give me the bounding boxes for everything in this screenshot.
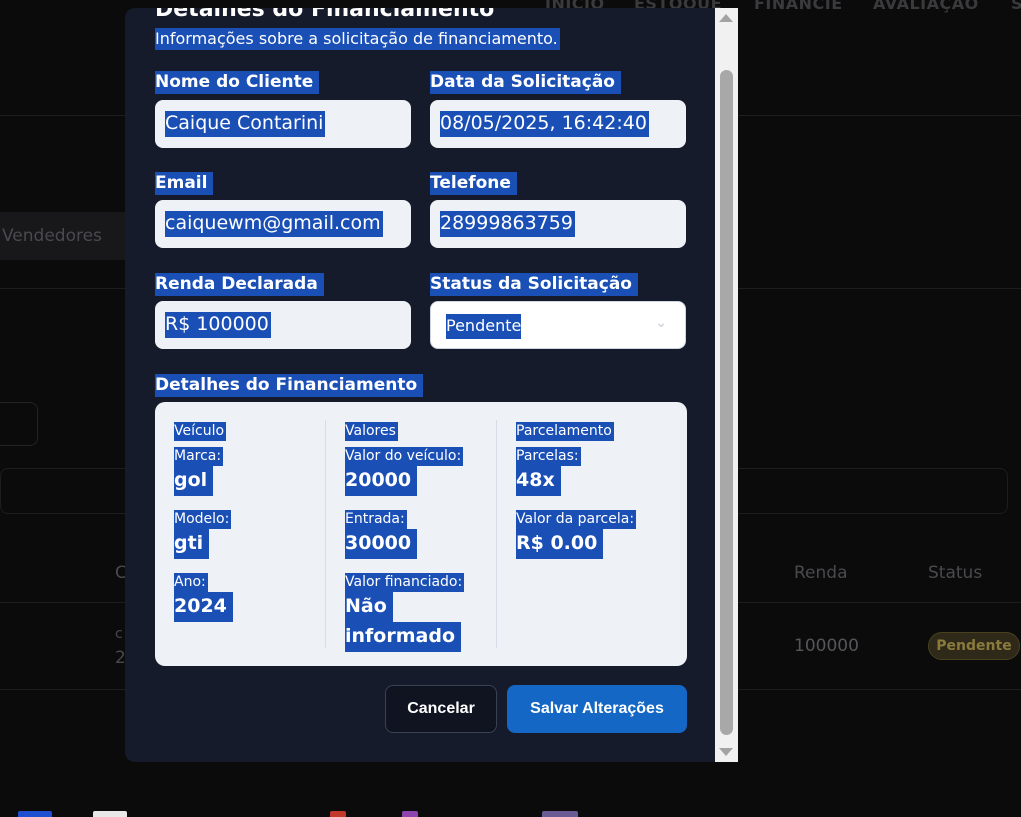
- model-label: Modelo:: [174, 510, 232, 529]
- taskbar-icon[interactable]: [330, 811, 346, 817]
- financing-details-modal: Detalhes do Financiamento Informações so…: [125, 8, 738, 762]
- client-name-value: Caique Contarini: [165, 111, 326, 137]
- status-badge: Pendente: [928, 632, 1020, 660]
- vehicle-column: Veículo Marca: gol Modelo: gti Ano: 2024: [174, 420, 324, 626]
- nav-more[interactable]: S: [1011, 0, 1021, 13]
- request-date-value: 08/05/2025, 16:42:40: [440, 111, 649, 137]
- vehicle-price-value: 20000: [345, 466, 418, 496]
- year-value: 2024: [174, 592, 233, 622]
- vehicle-price-label: Valor do veículo:: [345, 447, 464, 466]
- phone-value: 28999863759: [440, 211, 575, 237]
- chevron-down-icon: ⌄: [655, 315, 667, 331]
- values-column: Valores Valor do veículo: 20000 Entrada:…: [345, 420, 495, 656]
- installments-heading: Parcelamento: [516, 422, 614, 441]
- client-name-label: Nome do Cliente: [155, 71, 320, 94]
- scroll-down-arrow-icon[interactable]: [719, 748, 733, 756]
- installment-value-label: Valor da parcela:: [516, 510, 637, 529]
- filter-box[interactable]: [0, 402, 38, 446]
- request-date-label: Data da Solicitação: [430, 71, 621, 94]
- status-select-value: Pendente: [446, 314, 522, 339]
- taskbar-icon[interactable]: [542, 811, 578, 817]
- modal-scrollbar[interactable]: [715, 8, 738, 762]
- taskbar-icon[interactable]: [93, 811, 127, 817]
- brand-label: Marca:: [174, 447, 224, 466]
- scroll-up-arrow-icon[interactable]: [719, 14, 733, 22]
- year-label: Ano:: [174, 573, 208, 592]
- taskbar-icon[interactable]: [18, 811, 52, 817]
- installments-count-value: 48x: [516, 466, 561, 496]
- request-status-label: Status da Solicitação: [430, 273, 638, 296]
- model-value: gti: [174, 529, 210, 559]
- cancel-button[interactable]: Cancelar: [385, 685, 497, 733]
- financed-amount-value: Não: [345, 592, 393, 622]
- down-payment-label: Entrada:: [345, 510, 407, 529]
- taskbar-icon[interactable]: [402, 811, 418, 817]
- save-changes-button[interactable]: Salvar Alterações: [507, 685, 687, 733]
- declared-income-label: Renda Declarada: [155, 273, 324, 296]
- nav-avaliacao[interactable]: AVALIAÇÃO: [873, 0, 979, 13]
- table-header-renda: Renda: [794, 563, 848, 583]
- declared-income-value: R$ 100000: [165, 312, 271, 338]
- declared-income-field[interactable]: R$ 100000: [155, 301, 411, 349]
- table-header-status: Status: [928, 563, 983, 583]
- brand-value: gol: [174, 466, 214, 496]
- down-payment-value: 30000: [345, 529, 418, 559]
- column-divider: [325, 420, 326, 648]
- financed-amount-value: informado: [345, 622, 462, 652]
- column-divider: [496, 420, 497, 648]
- financed-amount-label: Valor financiado:: [345, 573, 465, 592]
- email-label: Email: [155, 172, 214, 195]
- email-field[interactable]: caiquewm@gmail.com: [155, 200, 411, 248]
- scrollbar-thumb[interactable]: [720, 70, 733, 735]
- status-select[interactable]: Pendente ⌄: [430, 301, 686, 349]
- installment-value: R$ 0.00: [516, 529, 604, 559]
- client-name-field[interactable]: Caique Contarini: [155, 100, 411, 148]
- installments-count-label: Parcelas:: [516, 447, 581, 466]
- modal-title: Detalhes do Financiamento: [155, 8, 495, 22]
- values-heading: Valores: [345, 422, 398, 441]
- installments-column: Parcelamento Parcelas: 48x Valor da parc…: [516, 420, 666, 563]
- email-value: caiquewm@gmail.com: [165, 211, 383, 237]
- phone-field[interactable]: 28999863759: [430, 200, 686, 248]
- financing-section-label: Detalhes do Financiamento: [155, 374, 424, 397]
- table-cell-fragment: c: [115, 626, 123, 642]
- request-date-field[interactable]: 08/05/2025, 16:42:40: [430, 100, 686, 148]
- vehicle-heading: Veículo: [174, 422, 227, 441]
- table-cell-renda: 100000: [794, 636, 859, 656]
- phone-label: Telefone: [430, 172, 517, 195]
- modal-subtitle: Informações sobre a solicitação de finan…: [155, 28, 560, 50]
- financing-details-card: Veículo Marca: gol Modelo: gti Ano: 2024…: [155, 402, 687, 666]
- nav-financie[interactable]: FINANCIE: [754, 0, 843, 13]
- tab-vendedores-label: Vendedores: [2, 226, 102, 246]
